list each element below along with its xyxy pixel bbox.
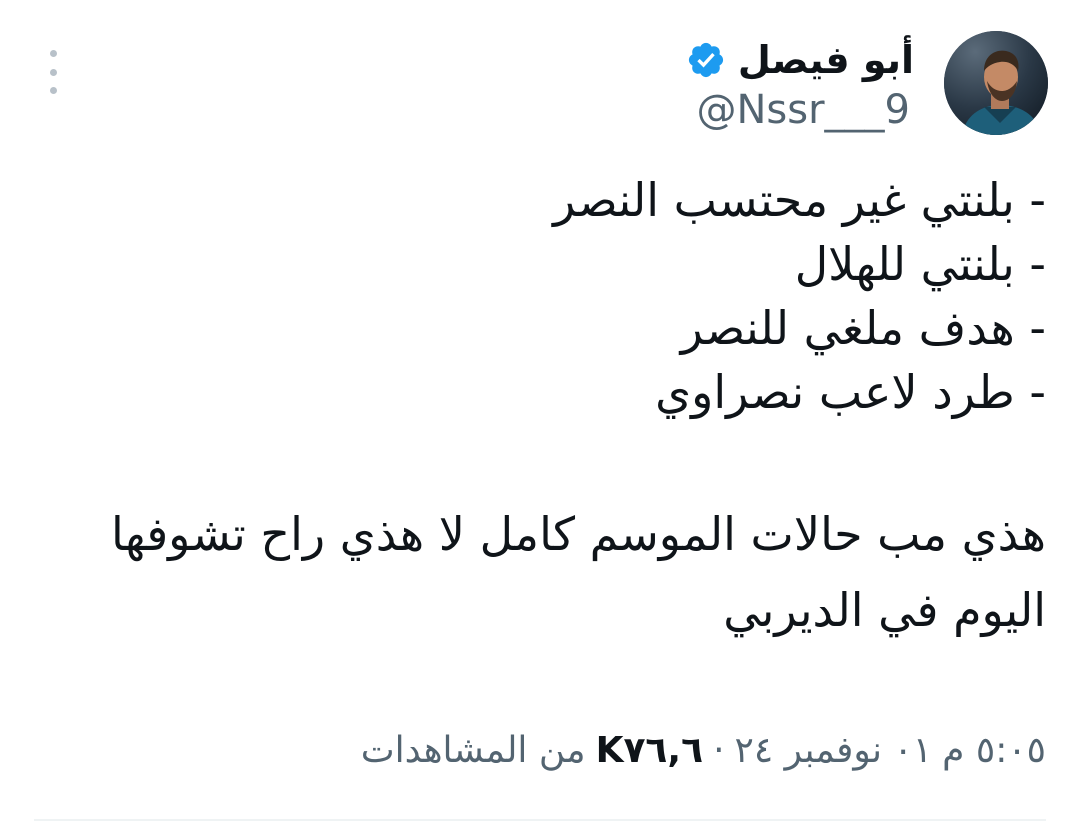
- author-handle[interactable]: @Nssr___9: [697, 88, 911, 132]
- author-name-row: أبو فيصل: [686, 32, 914, 88]
- tweet-card: أبو فيصل @Nssr___9 - بلنتي غير محتسب الن…: [0, 0, 1080, 834]
- divider: [34, 819, 1046, 821]
- tweet-text: - بلنتي غير محتسب النصر - بلنتي للهلال -…: [36, 168, 1046, 648]
- tweet-meta: ٥:٠٥ م ٠١ نوفمبر ٢٤ · K٧٦,٦ من المشاهدات: [361, 730, 1046, 771]
- tweet-line: - بلنتي غير محتسب النصر: [553, 173, 1046, 227]
- more-dot: [49, 50, 57, 57]
- tweet-line: - طرد لاعب نصراوي: [655, 365, 1046, 419]
- more-dot: [49, 68, 57, 76]
- verified-badge-icon: [686, 40, 726, 80]
- tweet-line: - هدف ملغي للنصر: [680, 301, 1046, 355]
- more-vertical-icon[interactable]: [40, 50, 66, 94]
- views-label: من المشاهدات: [360, 730, 586, 771]
- tweet-time[interactable]: ٥:٠٥ م: [942, 730, 1046, 771]
- views-count: K٧٦,٦: [595, 730, 704, 771]
- meta-separator: ·: [713, 730, 725, 771]
- author-display-name[interactable]: أبو فيصل: [738, 41, 914, 79]
- tweet-date[interactable]: ٠١ نوفمبر ٢٤: [735, 730, 933, 771]
- more-dot: [49, 87, 57, 94]
- tweet-line: - بلنتي للهلال: [794, 237, 1046, 291]
- avatar-image: [944, 31, 1048, 135]
- tweet-paragraph-line: هذي مب حالات الموسم كامل لا هذي راح تشوف…: [110, 507, 1046, 561]
- tweet-paragraph-line: اليوم في الديربي: [723, 583, 1046, 637]
- author-avatar[interactable]: [944, 31, 1048, 135]
